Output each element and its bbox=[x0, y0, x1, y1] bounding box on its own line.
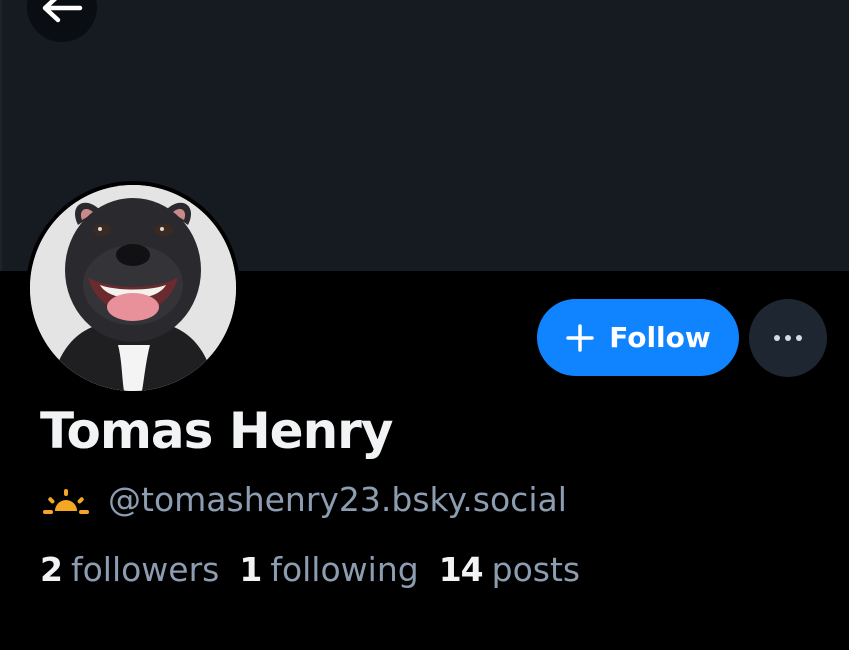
following-count: 1 bbox=[239, 550, 262, 589]
posts-label: posts bbox=[491, 550, 581, 589]
posts-count: 14 bbox=[438, 550, 484, 589]
followers-label: followers bbox=[70, 550, 220, 589]
user-handle[interactable]: @tomashenry23.bsky.social bbox=[108, 480, 567, 519]
profile-stats: 2 followers 1 following 14 posts bbox=[40, 550, 600, 589]
profile-page: Follow Tomas Henry @tomashenry23.bsky.so… bbox=[0, 0, 849, 650]
display-name: Tomas Henry bbox=[40, 402, 393, 460]
following-label: following bbox=[270, 550, 419, 589]
more-options-button[interactable] bbox=[749, 299, 827, 377]
ellipsis-icon bbox=[774, 335, 780, 341]
followers-count: 2 bbox=[40, 550, 63, 589]
dog-avatar-image bbox=[30, 185, 236, 391]
plus-icon bbox=[566, 323, 594, 352]
avatar[interactable] bbox=[26, 181, 240, 395]
sunrise-icon bbox=[43, 488, 89, 514]
following-link[interactable]: 1 following bbox=[239, 550, 418, 589]
arrow-left-icon bbox=[42, 0, 83, 23]
handle-row: @tomashenry23.bsky.social bbox=[40, 480, 567, 519]
follow-label: Follow bbox=[609, 321, 711, 354]
followers-link[interactable]: 2 followers bbox=[40, 550, 219, 589]
posts-stat: 14 posts bbox=[439, 550, 580, 589]
back-button[interactable] bbox=[27, 0, 97, 42]
follow-button[interactable]: Follow bbox=[537, 299, 739, 376]
